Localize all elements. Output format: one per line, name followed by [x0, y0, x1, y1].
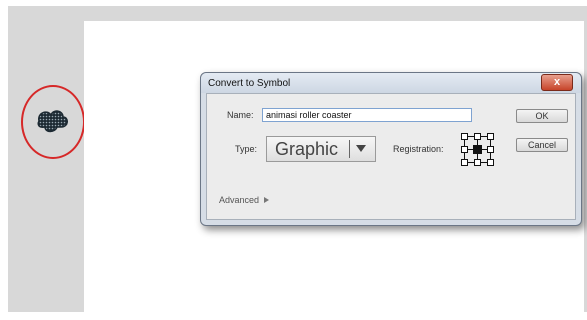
type-selected-value: Graphic — [275, 139, 339, 159]
registration-point-top-center[interactable] — [474, 133, 481, 140]
cancel-button[interactable]: Cancel — [516, 138, 568, 152]
chevron-down-icon — [356, 145, 366, 152]
name-label: Name: — [227, 110, 254, 120]
close-button[interactable]: x — [541, 74, 573, 91]
registration-point-middle-right[interactable] — [487, 146, 494, 153]
convert-to-symbol-dialog: Convert to Symbol x Name: Type: Graphic … — [200, 72, 582, 226]
registration-point-top-left[interactable] — [461, 133, 468, 140]
ok-button[interactable]: OK — [516, 109, 568, 123]
registration-label: Registration: — [393, 144, 444, 154]
highlight-circle — [21, 85, 85, 159]
name-input[interactable] — [262, 108, 472, 122]
dialog-titlebar[interactable]: Convert to Symbol x — [201, 73, 581, 93]
registration-point-bottom-right[interactable] — [487, 159, 494, 166]
type-dropdown[interactable]: Graphic — [266, 136, 376, 162]
registration-point-icon[interactable] — [461, 133, 497, 169]
dialog-title: Convert to Symbol — [208, 78, 291, 89]
dialog-body: Name: Type: Graphic Registration: O — [206, 93, 576, 220]
registration-point-bottom-left[interactable] — [461, 159, 468, 166]
registration-point-middle-left[interactable] — [461, 146, 468, 153]
roller-coaster-shape-icon[interactable] — [33, 103, 73, 143]
registration-point-top-right[interactable] — [487, 133, 494, 140]
dropdown-separator — [349, 140, 350, 158]
registration-point-center[interactable] — [473, 145, 482, 154]
type-label: Type: — [235, 144, 258, 154]
triangle-right-icon[interactable] — [264, 197, 269, 203]
registration-point-bottom-center[interactable] — [474, 159, 481, 166]
advanced-toggle[interactable]: Advanced — [219, 195, 259, 205]
